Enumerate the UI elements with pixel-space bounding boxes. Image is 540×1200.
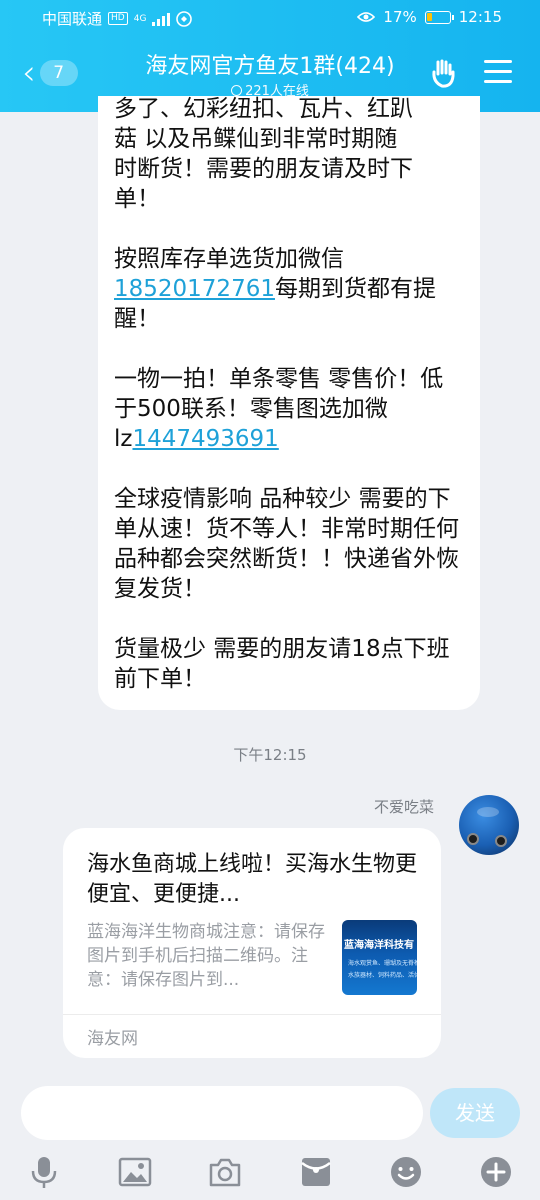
- menu-icon[interactable]: [484, 60, 512, 84]
- camera-icon[interactable]: [207, 1154, 243, 1190]
- message-paragraph-2: 按照库存单选货加微信18520172761每期到货都有提醒！: [114, 244, 464, 334]
- thumbnail-title: 蓝海海洋科技有: [344, 940, 414, 951]
- message-paragraph-5: 货量极少 需要的朋友请18点下班前下单！: [114, 636, 450, 692]
- message-line: 菇 以及吊鲽仙到非常时期随: [114, 126, 398, 152]
- message-paragraph-4: 全球疫情影响 品种较少 需要的下单从速！货不等人！非常时期任何品种都会突然断货！…: [114, 486, 459, 602]
- send-button[interactable]: 发送: [430, 1088, 520, 1138]
- message-line: 时断货！需要的朋友请及时下: [114, 156, 413, 182]
- status-bar: 中国联通 HD 4G 17% 12:15: [0, 0, 540, 36]
- card-thumbnail: 蓝海海洋科技有 海水观赏鱼、珊瑚及无脊椎 水族器材、饲料药品、活体配送: [342, 920, 417, 995]
- card-title: 海水鱼商城上线啦！买海水生物更便宜、更便捷...: [87, 852, 418, 907]
- clock-time: 12:15: [458, 8, 502, 26]
- card-description: 蓝海海洋生物商城注意：请保存图片到手机后扫描二维码。注意：请保存图片到...: [87, 922, 325, 990]
- message-line: 多了、幻彩纽扣、瓦片、红趴: [114, 96, 413, 122]
- emoji-icon[interactable]: [388, 1154, 424, 1190]
- card-source: 海友网: [87, 1029, 138, 1049]
- card-divider: [63, 1014, 441, 1015]
- image-icon[interactable]: [117, 1154, 153, 1190]
- gesture-hand-icon[interactable]: [428, 58, 460, 90]
- app-notification-icon: [176, 10, 193, 27]
- plus-icon[interactable]: [478, 1154, 514, 1190]
- message-timestamp: 下午12:15: [233, 746, 307, 764]
- message-text: 按照库存单选货加微信: [114, 246, 344, 272]
- avatar[interactable]: [459, 795, 519, 855]
- online-icon: [231, 85, 243, 96]
- shared-link-card[interactable]: 海水鱼商城上线啦！买海水生物更便宜、更便捷... 蓝海海洋生物商城注意：请保存图…: [63, 828, 441, 1058]
- signal-icon: [152, 12, 171, 26]
- red-packet-icon[interactable]: [298, 1154, 334, 1190]
- input-bar: 发送: [0, 1078, 540, 1200]
- phone-link[interactable]: 18520172761: [114, 276, 275, 302]
- thumbnail-text: 水族器材、饲料药品、活体配送: [348, 972, 417, 979]
- message-paragraph-1: 多了、幻彩纽扣、瓦片、红趴 菇 以及吊鲽仙到非常时期随 时断货！需要的朋友请及时…: [114, 96, 464, 214]
- eye-icon: [357, 12, 376, 22]
- battery-percent: 17%: [383, 8, 417, 26]
- sender-name: 不爱吃菜: [373, 798, 434, 816]
- wechat-link[interactable]: 1447493691: [132, 426, 278, 452]
- input-toolbar: [0, 1146, 540, 1200]
- message-paragraph-3: 一物一拍！单条零售 零售价！低于500联系！零售图选加微lz1447493691: [114, 364, 464, 454]
- battery-icon: [424, 10, 454, 24]
- message-line: 单！: [114, 186, 160, 212]
- carrier-label: 中国联通: [42, 10, 103, 28]
- network-type: 4G: [133, 13, 147, 24]
- message-input[interactable]: [21, 1086, 423, 1140]
- microphone-icon[interactable]: [26, 1154, 62, 1190]
- thumbnail-text: 海水观赏鱼、珊瑚及无脊椎: [348, 960, 417, 967]
- hd-badge: HD: [108, 12, 128, 25]
- message-bubble-announcement: 多了、幻彩纽扣、瓦片、红趴 菇 以及吊鲽仙到非常时期随 时断货！需要的朋友请及时…: [98, 96, 480, 710]
